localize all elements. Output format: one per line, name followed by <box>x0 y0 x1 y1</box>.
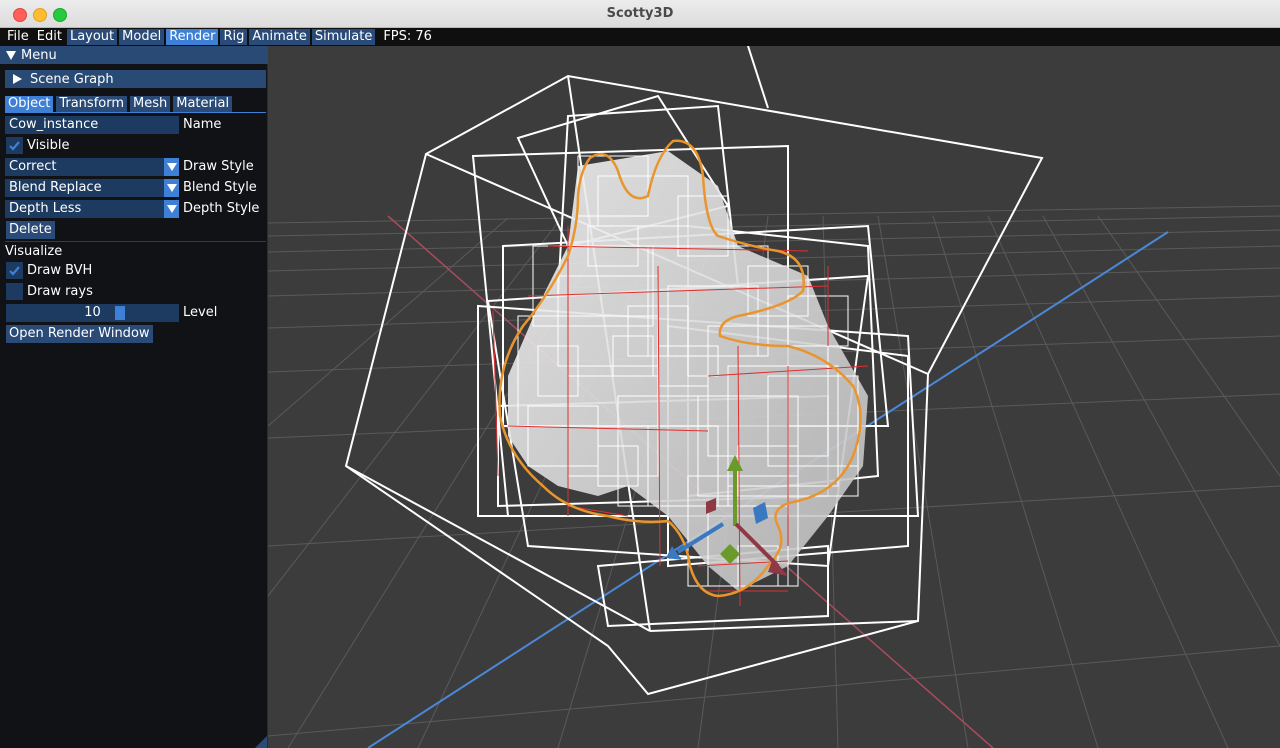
draw-bvh-checkbox[interactable] <box>6 262 23 279</box>
open-render-window-button[interactable]: Open Render Window <box>6 325 153 343</box>
delete-button[interactable]: Delete <box>6 221 55 239</box>
checkmark-icon <box>9 141 20 151</box>
blend-style-label: Blend Style <box>183 180 257 195</box>
level-slider[interactable]: 10 <box>6 304 179 322</box>
level-label: Level <box>183 305 218 320</box>
name-label: Name <box>183 117 222 132</box>
menu-bar: File Edit Layout Model Render Rig Animat… <box>0 28 1280 46</box>
dropdown-arrow-icon[interactable] <box>164 158 179 176</box>
menu-panel-title: Menu <box>21 47 57 63</box>
window-title: Scotty3D <box>606 6 674 21</box>
tab-object[interactable]: Object <box>5 96 54 112</box>
tab-underline <box>5 112 266 113</box>
menu-rig[interactable]: Rig <box>220 29 248 45</box>
depth-style-select[interactable]: Depth Less <box>5 200 179 218</box>
separator <box>5 241 266 242</box>
blend-style-value: Blend Replace <box>9 180 102 195</box>
dropdown-arrow-icon[interactable] <box>164 179 179 197</box>
blend-style-select[interactable]: Blend Replace <box>5 179 179 197</box>
collapse-triangle-icon[interactable] <box>6 50 16 60</box>
name-input[interactable]: Cow_instance <box>5 116 179 134</box>
menu-render[interactable]: Render <box>166 29 219 45</box>
tab-mesh[interactable]: Mesh <box>130 96 171 112</box>
draw-style-label: Draw Style <box>183 159 254 174</box>
draw-style-select[interactable]: Correct <box>5 158 179 176</box>
dropdown-arrow-icon[interactable] <box>164 200 179 218</box>
menu-animate[interactable]: Animate <box>249 29 310 45</box>
level-value: 10 <box>84 305 101 320</box>
3d-viewport[interactable] <box>268 46 1280 748</box>
app-window: Scotty3D File Edit Layout Model Render R… <box>0 0 1280 748</box>
draw-bvh-label: Draw BVH <box>27 263 93 278</box>
draw-rays-checkbox[interactable] <box>6 283 23 300</box>
resize-grip-icon[interactable] <box>255 736 267 748</box>
depth-style-label: Depth Style <box>183 201 260 216</box>
visible-label: Visible <box>27 138 70 153</box>
expand-triangle-icon <box>13 74 22 84</box>
menu-layout[interactable]: Layout <box>66 29 118 45</box>
fps-counter: FPS: 76 <box>383 29 432 44</box>
tab-material[interactable]: Material <box>173 96 233 112</box>
menu-model[interactable]: Model <box>119 29 165 45</box>
checkmark-icon <box>9 266 20 276</box>
scene-graph-header[interactable]: Scene Graph <box>5 70 266 88</box>
title-bar: Scotty3D <box>0 0 1280 28</box>
visible-checkbox[interactable] <box>6 137 23 154</box>
menu-panel: Menu Scene Graph Object Transform Mesh M… <box>0 46 268 748</box>
object-tabs: Object Transform Mesh Material <box>5 96 235 112</box>
menu-edit[interactable]: Edit <box>34 29 65 45</box>
menu-panel-header[interactable]: Menu <box>0 46 268 64</box>
menu-simulate[interactable]: Simulate <box>311 29 376 45</box>
visualize-heading: Visualize <box>5 244 63 259</box>
draw-rays-label: Draw rays <box>27 284 93 299</box>
depth-style-value: Depth Less <box>9 201 82 216</box>
menu-file[interactable]: File <box>4 29 32 45</box>
scene-graph-label: Scene Graph <box>30 71 114 87</box>
tab-transform[interactable]: Transform <box>56 96 128 112</box>
draw-style-value: Correct <box>9 159 57 174</box>
viewport-scene[interactable] <box>268 46 1280 748</box>
